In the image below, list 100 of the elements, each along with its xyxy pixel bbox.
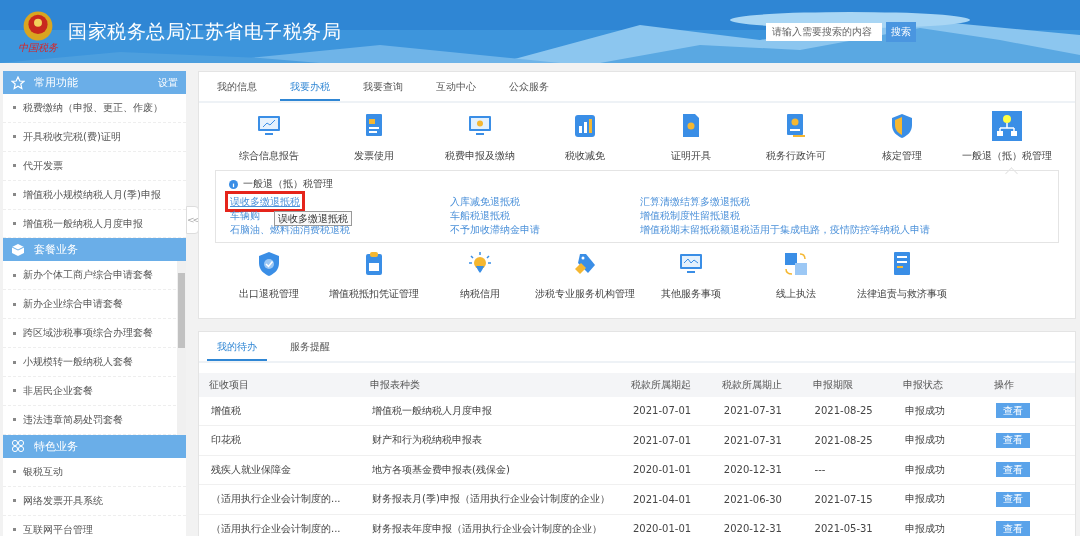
submenu-title: 一般退（抵）税管理	[243, 177, 333, 191]
bullet-icon	[13, 360, 16, 364]
table-cell: 增值税	[199, 396, 360, 426]
link[interactable]: 汇算清缴结算多缴退抵税	[639, 195, 751, 208]
bullet-icon	[13, 499, 16, 503]
bullet-icon	[13, 331, 16, 335]
link[interactable]: 入库减免退抵税	[449, 195, 521, 208]
service-item[interactable]: 出口退税管理	[216, 249, 322, 305]
table-cell: 印花税	[199, 425, 360, 455]
table-cell: 申报成功	[893, 455, 985, 485]
table-cell: 地方各项基金费申报表(残保金)	[360, 455, 621, 485]
table-cell: 2021-08-25	[802, 396, 894, 426]
bullet-icon	[13, 528, 16, 531]
link[interactable]: 增值税期末留抵税额退税适用于集成电路，疫情防控等纳税人申请	[639, 223, 931, 236]
table-cell: 2021-07-01	[621, 425, 712, 455]
bullet-icon	[13, 302, 16, 306]
bullet-icon	[13, 273, 16, 277]
table-cell: 2020-12-31	[711, 514, 803, 536]
table-cell: （适用执行企业会计制度的...	[199, 484, 360, 514]
sidebar-item[interactable]: 新办个体工商户综合申请套餐	[3, 261, 176, 291]
service-item[interactable]: 税务行政许可	[743, 111, 849, 167]
service-item[interactable]: 纳税信用	[427, 249, 533, 305]
table-cell: 2021-05-31	[802, 514, 894, 536]
tooltip: 误收多缴退抵税	[274, 211, 352, 226]
bullet-icon	[13, 106, 16, 110]
table-cell: 2021-04-01	[621, 484, 712, 514]
table-cell: 财务报表年度申报（适用执行企业会计制度的企业）	[360, 514, 621, 536]
service-item[interactable]: 涉税专业服务机构管理	[532, 249, 638, 305]
sidebar-item[interactable]: 银税互动	[3, 457, 186, 487]
grid-icon	[11, 439, 25, 454]
sidebar-item[interactable]: 税费缴纳（申报、更正、作废）	[3, 94, 186, 123]
column-header: 申报期限	[802, 372, 894, 397]
link[interactable]: 车船税退抵税	[449, 209, 511, 222]
bullet-icon	[13, 222, 16, 225]
table-cell: 财产和行为税纳税申报表	[360, 425, 621, 455]
table-cell: 申报成功	[893, 425, 985, 455]
table-cell: 2020-01-01	[621, 455, 712, 485]
scrollbar-thumb[interactable]	[178, 273, 185, 349]
sidebar-item[interactable]: 小规模转一般纳税人套餐	[3, 348, 176, 377]
table-cell: 2021-06-30	[711, 484, 803, 514]
service-item[interactable]: 核定管理	[849, 111, 955, 167]
link[interactable]: 车辆购	[229, 209, 261, 222]
tab[interactable]: 我要查询	[353, 72, 413, 101]
sidebar-item[interactable]: 互联网平台管理	[3, 515, 186, 536]
column-header: 申报表种类	[360, 372, 621, 397]
table-cell: 2021-07-31	[711, 396, 803, 426]
sidebar-item[interactable]: 开具税收完税(费)证明	[3, 122, 186, 152]
tab[interactable]: 服务提醒	[280, 331, 340, 361]
column-header: 征收项目	[199, 372, 360, 397]
link[interactable]: 增值税制度性留抵退税	[639, 209, 741, 222]
section-title: 常用功能	[34, 75, 79, 90]
service-item[interactable]: 税收减免	[532, 111, 638, 167]
service-item[interactable]: 发票使用	[321, 111, 427, 167]
column-header: 申报状态	[893, 372, 985, 397]
tab[interactable]: 公众服务	[499, 72, 559, 101]
service-item[interactable]: 证明开具	[638, 111, 744, 167]
sidebar-item[interactable]: 新办企业综合申请套餐	[3, 290, 176, 320]
section-title: 特色业务	[34, 438, 79, 454]
tab[interactable]: 互动中心	[426, 72, 486, 101]
sidebar-item[interactable]: 增值税小规模纳税人月(季)申报	[3, 180, 186, 210]
sidebar-item[interactable]: 代开发票	[3, 151, 186, 181]
table-cell: 残疾人就业保障金	[199, 455, 360, 485]
bullet-icon	[13, 164, 16, 168]
bullet-icon	[13, 389, 16, 393]
table-cell: 增值税一般纳税人月度申报	[360, 396, 621, 426]
tab[interactable]: 我的待办	[207, 331, 267, 361]
table-cell: 申报成功	[893, 484, 985, 514]
table-cell: 2021-07-01	[621, 396, 712, 426]
tab[interactable]: 我要办税	[280, 72, 340, 101]
service-item[interactable]: 法律追责与救济事项	[849, 249, 955, 305]
column-header: 税款所属期止	[711, 372, 803, 397]
bullet-icon	[13, 470, 16, 474]
sidebar-item[interactable]: 网络发票开具系统	[3, 486, 186, 516]
emblem-caption: 中国税务	[18, 41, 58, 54]
table-cell: 2021-08-25	[802, 425, 894, 455]
column-header: 税款所属期起	[621, 372, 712, 397]
cube-icon	[11, 242, 25, 257]
table-cell: 申报成功	[893, 514, 985, 536]
table-cell: 2020-12-31	[711, 455, 803, 485]
service-item[interactable]: 线上执法	[743, 249, 849, 305]
link[interactable]: 不予加收滞纳金申请	[449, 223, 541, 236]
star-icon	[11, 75, 25, 90]
bullet-icon	[13, 418, 16, 422]
scrollbar[interactable]	[177, 261, 186, 435]
table-cell: 申报成功	[893, 396, 985, 426]
sidebar-item[interactable]: 违法违章简易处罚套餐	[3, 405, 176, 435]
column-header: 操作	[984, 372, 1075, 397]
bullet-icon	[13, 193, 16, 197]
table-cell: 2021-07-31	[711, 425, 803, 455]
sidebar-item[interactable]: 跨区域涉税事项综合办理套餐	[3, 319, 176, 349]
sidebar-item[interactable]: 非居民企业套餐	[3, 377, 176, 406]
info-icon	[229, 179, 238, 189]
service-item[interactable]: 税费申报及缴纳	[427, 111, 533, 167]
service-item[interactable]: 综合信息报告	[216, 111, 322, 167]
service-item[interactable]: 增值税抵扣凭证管理	[321, 249, 427, 305]
table-cell: （适用执行企业会计制度的...	[199, 514, 360, 536]
tab[interactable]: 我的信息	[207, 72, 267, 101]
translate-icon	[783, 251, 810, 277]
service-item[interactable]: 其他服务事项	[638, 249, 744, 305]
table-cell: 财务报表月(季)申报（适用执行企业会计制度的企业）	[360, 484, 621, 514]
